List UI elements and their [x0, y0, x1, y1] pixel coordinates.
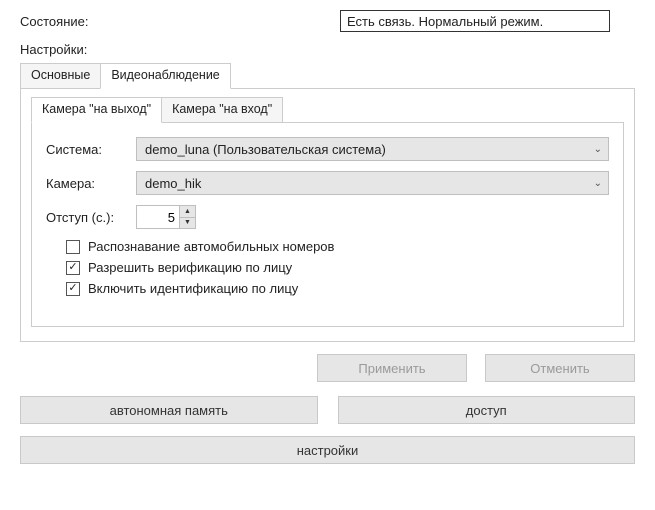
camera-value: demo_hik	[145, 176, 201, 191]
apply-button[interactable]: Применить	[317, 354, 467, 382]
offset-up-button[interactable]: ▲	[180, 206, 195, 218]
chevron-down-icon: ⌄	[594, 178, 602, 189]
offset-down-button[interactable]: ▼	[180, 218, 195, 229]
checkbox-face-verification[interactable]: ✓ Разрешить верификацию по лицу	[66, 260, 609, 275]
settings-label: Настройки:	[20, 42, 635, 57]
offset-label: Отступ (с.):	[46, 210, 136, 225]
checkbox-icon: ✓	[66, 261, 80, 275]
subtab-camera-out[interactable]: Камера "на выход"	[31, 97, 162, 123]
subtab-camera-in[interactable]: Камера "на вход"	[161, 97, 283, 123]
tabs-top: Основные Видеонаблюдение	[20, 63, 635, 88]
checkbox-label: Распознавание автомобильных номеров	[88, 239, 334, 254]
system-label: Система:	[46, 142, 136, 157]
access-button[interactable]: доступ	[338, 396, 636, 424]
camera-out-pane: Система: demo_luna (Пользовательская сис…	[31, 122, 624, 327]
offset-input[interactable]	[137, 206, 179, 228]
checkbox-plate-recognition[interactable]: Распознавание автомобильных номеров	[66, 239, 609, 254]
checkbox-label: Разрешить верификацию по лицу	[88, 260, 292, 275]
system-value: demo_luna (Пользовательская система)	[145, 142, 386, 157]
checkbox-face-identification[interactable]: ✓ Включить идентификацию по лицу	[66, 281, 609, 296]
system-dropdown[interactable]: demo_luna (Пользовательская система) ⌄	[136, 137, 609, 161]
camera-label: Камера:	[46, 176, 136, 191]
autonomous-memory-button[interactable]: автономная память	[20, 396, 318, 424]
tab-main[interactable]: Основные	[20, 63, 101, 89]
chevron-down-icon: ⌄	[594, 144, 602, 155]
status-label: Состояние:	[20, 14, 340, 29]
offset-spinner[interactable]: ▲ ▼	[136, 205, 196, 229]
cancel-button[interactable]: Отменить	[485, 354, 635, 382]
checkbox-icon	[66, 240, 80, 254]
status-value: Есть связь. Нормальный режим.	[340, 10, 610, 32]
checkbox-label: Включить идентификацию по лицу	[88, 281, 298, 296]
tab-video-pane: Камера "на выход" Камера "на вход" Систе…	[20, 88, 635, 342]
tab-video[interactable]: Видеонаблюдение	[100, 63, 230, 89]
subtabs: Камера "на выход" Камера "на вход"	[31, 97, 624, 123]
camera-dropdown[interactable]: demo_hik ⌄	[136, 171, 609, 195]
settings-button[interactable]: настройки	[20, 436, 635, 464]
checkbox-icon: ✓	[66, 282, 80, 296]
